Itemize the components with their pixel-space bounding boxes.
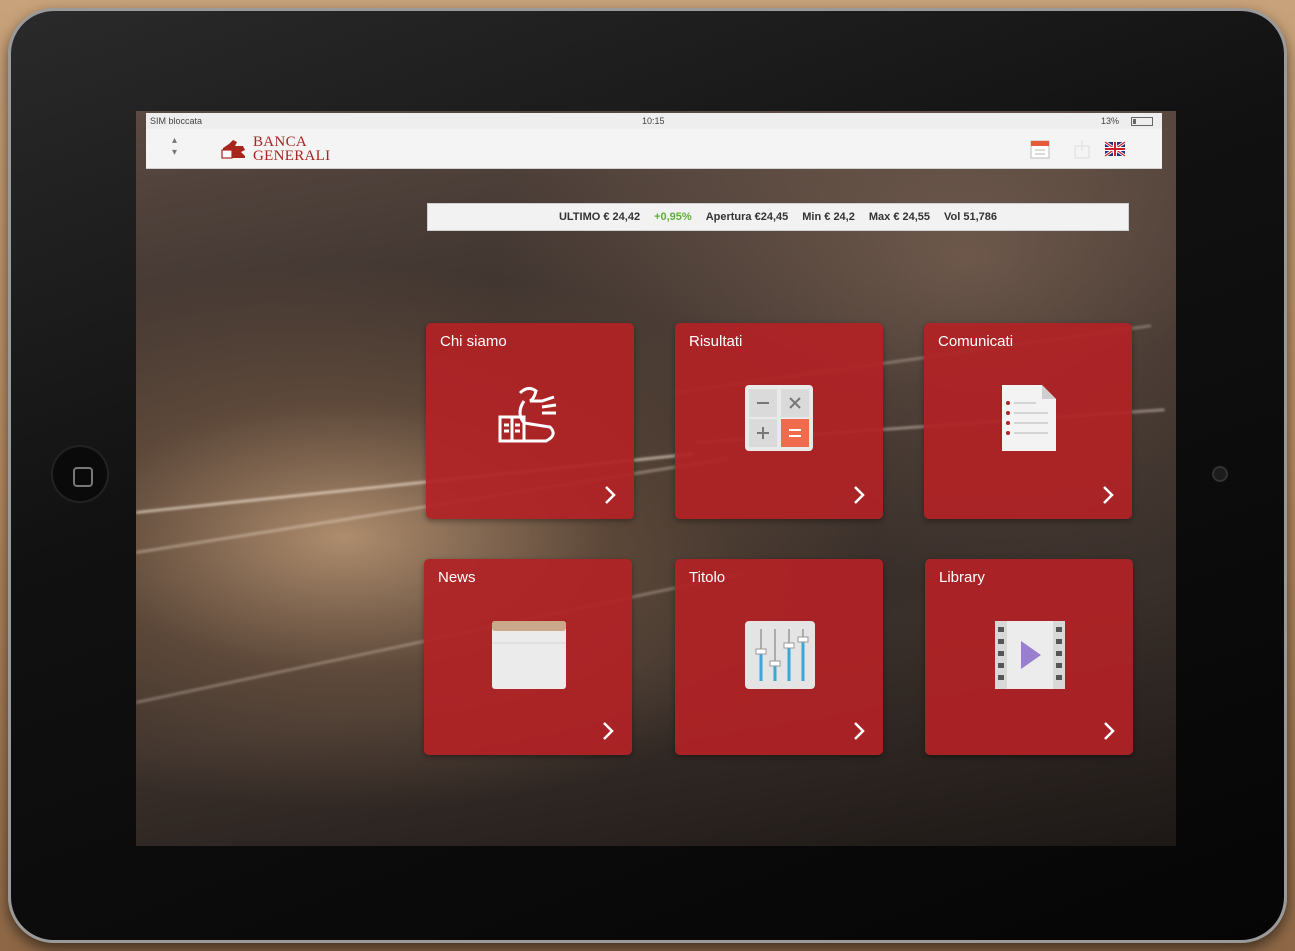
share-icon[interactable] <box>1071 138 1093 160</box>
newspaper-icon <box>492 621 566 689</box>
chevron-right-icon <box>605 486 616 504</box>
home-button[interactable] <box>51 445 109 503</box>
tile-comunicati[interactable]: Comunicati <box>924 323 1132 519</box>
tile-library[interactable]: Library <box>925 559 1133 755</box>
status-bar: SIM bloccata 10:15 13% <box>146 113 1162 129</box>
tile-label: Chi siamo <box>440 333 507 350</box>
tile-label: Comunicati <box>938 333 1014 350</box>
tile-label: Library <box>939 569 985 586</box>
battery-percent: 13% <box>1101 116 1120 126</box>
tile-label: News <box>438 569 476 586</box>
uk-flag-icon[interactable] <box>1104 138 1126 160</box>
app-screen: SIM bloccata 10:15 13% ▴ ▾ BANCA GENERALI <box>136 111 1176 846</box>
chevron-right-icon <box>603 722 614 740</box>
nav-bar: ▴ ▾ BANCA GENERALI <box>146 129 1162 169</box>
tile-label: Risultati <box>689 333 743 350</box>
tile-risultati[interactable]: Risultati <box>675 323 883 519</box>
equalizer-icon <box>745 621 815 689</box>
chevron-right-icon <box>854 486 865 504</box>
ticker-min: Min € 24,2 <box>802 211 855 223</box>
banca-generali-logo: BANCA GENERALI <box>219 134 330 164</box>
ticker-change: +0,95% <box>654 211 692 223</box>
lion-logo-icon <box>221 140 245 159</box>
stock-ticker: ULTIMO € 24,42 +0,95% Apertura €24,45 Mi… <box>427 203 1129 231</box>
tablet-frame: SIM bloccata 10:15 13% ▴ ▾ BANCA GENERALI <box>8 8 1287 943</box>
camera-icon <box>1212 466 1228 482</box>
ticker-max: Max € 24,55 <box>868 211 931 223</box>
document-icon <box>1002 385 1056 451</box>
logo-line-2: GENERALI <box>253 148 331 164</box>
tile-titolo[interactable]: Titolo <box>675 559 883 755</box>
tile-chi-siamo[interactable]: Chi siamo <box>426 323 634 519</box>
ticker-open: Apertura €24,45 <box>705 211 789 223</box>
calculator-icon <box>745 385 813 451</box>
battery-icon <box>1131 117 1153 126</box>
calendar-icon[interactable] <box>1029 138 1051 160</box>
tile-label: Titolo <box>689 569 726 586</box>
tile-news[interactable]: News <box>424 559 632 755</box>
lion-logo-icon <box>498 386 557 443</box>
chevron-right-icon <box>1104 722 1115 740</box>
carrier-label: SIM bloccata <box>150 116 203 126</box>
sort-arrows-icon[interactable]: ▴ ▾ <box>172 135 177 159</box>
ticker-volume: Vol 51,786 <box>944 211 998 223</box>
clock: 10:15 <box>642 116 665 126</box>
chevron-right-icon <box>1103 486 1114 504</box>
video-icon <box>995 621 1065 689</box>
ticker-last: ULTIMO € 24,42 <box>558 211 641 223</box>
chevron-right-icon <box>854 722 865 740</box>
logo-line-1: BANCA <box>253 134 308 150</box>
